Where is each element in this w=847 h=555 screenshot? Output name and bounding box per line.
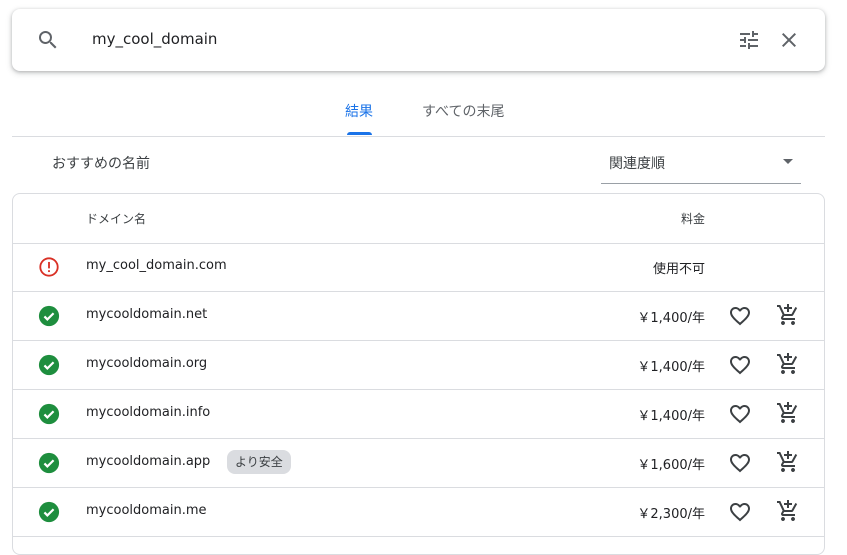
heart-outline-icon[interactable] [728, 402, 752, 426]
domain-name: mycooldomain.net [86, 307, 208, 322]
close-icon[interactable] [777, 28, 801, 52]
heart-outline-icon[interactable] [728, 500, 752, 524]
table-row: mycooldomain.info ￥1,400/年 [13, 390, 824, 439]
add-shopping-cart-icon[interactable] [776, 352, 800, 376]
domain-name: my_cool_domain.com [86, 258, 227, 273]
table-row: mycooldomain.app より安全 ￥1,600/年 [13, 439, 824, 488]
table-row: mycooldomain.me ￥2,300/年 [13, 488, 824, 537]
result-tabs: 結果 すべての末尾 [12, 88, 825, 137]
tab-results[interactable]: 結果 [345, 101, 373, 121]
heart-outline-icon[interactable] [728, 451, 752, 475]
column-header-price: 料金 [681, 212, 706, 226]
add-shopping-cart-icon[interactable] [776, 499, 800, 523]
recommendations-label: おすすめの名前 [52, 156, 150, 172]
search-input[interactable]: my_cool_domain [92, 30, 217, 48]
price-label: ￥2,300/年 [637, 507, 705, 522]
check-circle-icon [38, 305, 60, 327]
tab-all-endings[interactable]: すべての末尾 [422, 101, 504, 121]
domain-name: mycooldomain.info [86, 405, 211, 420]
active-tab-indicator [347, 132, 372, 135]
column-header-domain: ドメイン名 [86, 212, 147, 226]
price-label: ￥1,400/年 [637, 311, 705, 326]
price-label: 使用不可 [652, 262, 705, 277]
add-shopping-cart-icon[interactable] [776, 401, 800, 425]
domain-name: mycooldomain.org [86, 356, 208, 371]
check-circle-icon [38, 501, 60, 523]
error-icon [39, 257, 59, 277]
dropdown-caret-icon [783, 159, 793, 164]
tune-icon[interactable] [737, 28, 761, 52]
price-label: ￥1,400/年 [637, 360, 705, 375]
add-shopping-cart-icon[interactable] [776, 303, 800, 327]
check-circle-icon [38, 452, 60, 474]
table-row: mycooldomain.net ￥1,400/年 [13, 292, 824, 341]
sort-selected-value: 関連度順 [609, 156, 665, 172]
table-header: ドメイン名 料金 [13, 194, 824, 244]
table-row: my_cool_domain.com 使用不可 [13, 243, 824, 292]
price-label: ￥1,400/年 [637, 409, 705, 424]
check-circle-icon [38, 403, 60, 425]
security-badge: より安全 [227, 450, 291, 474]
domain-results-table: ドメイン名 料金 my_cool_domain.com 使用不可 mycoold… [12, 193, 825, 555]
check-circle-icon [38, 354, 60, 376]
price-label: ￥1,600/年 [637, 458, 705, 473]
heart-outline-icon[interactable] [728, 304, 752, 328]
domain-name: mycooldomain.app [86, 454, 211, 469]
sort-dropdown[interactable]: 関連度順 [601, 141, 801, 184]
table-row: mycooldomain.org ￥1,400/年 [13, 341, 824, 390]
heart-outline-icon[interactable] [728, 353, 752, 377]
search-bar: my_cool_domain [12, 9, 825, 71]
domain-name: mycooldomain.me [86, 503, 207, 518]
add-shopping-cart-icon[interactable] [776, 450, 800, 474]
search-icon[interactable] [36, 28, 60, 52]
